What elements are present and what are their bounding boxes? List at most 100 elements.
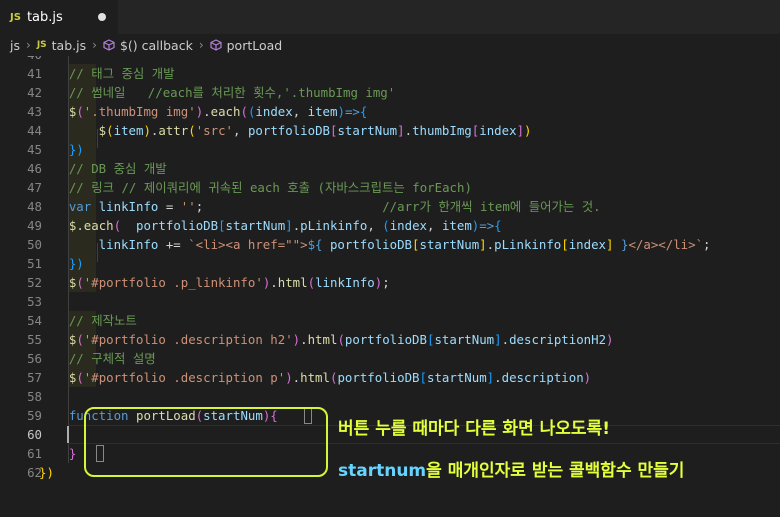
code-line[interactable]: 41 // 태그 중심 개발	[0, 64, 780, 83]
code-token: )	[583, 370, 592, 385]
code-content: $.each( portfolioDB[startNum].pLinkinfo,…	[39, 216, 502, 235]
code-token: portfolioDB	[344, 332, 427, 347]
code-token: .	[501, 332, 510, 347]
code-token: (	[76, 370, 84, 385]
code-line[interactable]: 57 $('#portfolio .description p').html(p…	[0, 368, 780, 387]
annotation-text-rest: 을 매개인자로 받는 콜백함수 만들기	[426, 461, 685, 481]
line-number: 52	[27, 275, 42, 290]
code-token: item	[441, 218, 472, 233]
code-line[interactable]: 48 var linkInfo = ''; //arr가 한개씩 item에 들…	[0, 197, 780, 216]
breadcrumb-callback[interactable]: $() callback	[120, 38, 193, 53]
code-token: pLinkinfo	[494, 237, 562, 252]
code-token: // 썸네일 //each를 처리한 횟수,'.thumbImg img'	[39, 85, 396, 100]
line-number: 42	[27, 85, 42, 100]
code-token: +=	[158, 237, 189, 252]
code-token: $	[39, 123, 107, 138]
code-token: each	[83, 218, 114, 233]
breadcrumb-folder[interactable]: js	[10, 38, 20, 53]
breadcrumb-function[interactable]: portLoad	[227, 38, 283, 53]
code-token: .	[486, 237, 495, 252]
code-token: description	[501, 370, 584, 385]
method-cube-icon	[103, 39, 115, 51]
unsaved-dot-icon[interactable]	[98, 13, 106, 21]
code-content: // 제작노트	[39, 311, 137, 330]
line-number: 48	[27, 199, 42, 214]
code-token: .	[300, 332, 308, 347]
code-token: }	[39, 446, 77, 461]
code-line[interactable]: 52 $('#portfolio .p_linkinfo').html(link…	[0, 273, 780, 292]
code-line[interactable]: 40	[0, 56, 780, 64]
code-content: })	[39, 463, 54, 482]
line-number: 41	[27, 66, 42, 81]
code-content: // DB 중심 개발	[39, 159, 167, 178]
code-content: linkInfo += `<li><a href="">${ portfolio…	[39, 235, 711, 254]
code-token: //arr가 한개씩 item에 들어가는 것.	[203, 199, 601, 214]
code-token: startNum	[419, 237, 480, 252]
code-line[interactable]: 42 // 썸네일 //each를 처리한 횟수,'.thumbImg img'	[0, 83, 780, 102]
code-token: (	[188, 123, 196, 138]
code-line[interactable]: 44 $(item).attr('src', portfolioDB[start…	[0, 121, 780, 140]
code-token: (	[240, 104, 248, 119]
code-token: )	[337, 104, 345, 119]
code-content: $('#portfolio .p_linkinfo').html(linkInf…	[39, 273, 390, 292]
line-number: 59	[27, 408, 42, 423]
code-token: {	[359, 104, 368, 119]
line-number: 51	[27, 256, 42, 271]
line-number: 40	[0, 56, 42, 64]
code-token: html	[307, 332, 338, 347]
line-number: 60	[27, 427, 42, 442]
code-line[interactable]: 46 // DB 중심 개발	[0, 159, 780, 178]
code-token: // DB 중심 개발	[39, 161, 167, 176]
code-token: descriptionH2	[509, 332, 607, 347]
annotation-text-2: startnum을 매개인자로 받는 콜백함수 만들기	[338, 456, 684, 481]
code-token: $	[39, 275, 77, 290]
code-token: '.thumbImg img'	[83, 104, 196, 119]
code-line[interactable]: 54 // 제작노트	[0, 311, 780, 330]
tab-tab-js[interactable]: JS tab.js	[0, 0, 118, 34]
line-number: 53	[27, 294, 42, 309]
code-token: index	[568, 237, 607, 252]
code-token: $	[39, 104, 77, 119]
code-token: portfolioDB	[329, 237, 413, 252]
code-line[interactable]: 55 $('#portfolio .description h2').html(…	[0, 330, 780, 349]
code-content: // 태그 중심 개발	[39, 64, 175, 83]
code-token: ,	[427, 218, 442, 233]
code-token: `<li><a href="">	[188, 237, 308, 252]
code-token: linkInfo	[98, 199, 159, 214]
code-token: startNum	[225, 218, 286, 233]
method-cube-icon	[210, 39, 222, 51]
code-token: '#portfolio .description h2'	[83, 332, 293, 347]
code-line[interactable]: 43 $('.thumbImg img').each((index, item)…	[0, 102, 780, 121]
code-token: ;	[703, 237, 711, 252]
code-token: $	[39, 370, 77, 385]
code-token: item	[307, 104, 338, 119]
code-content: $('#portfolio .description h2').html(por…	[39, 330, 614, 349]
code-token: )	[606, 332, 614, 347]
code-line[interactable]: 56 // 구체적 설명	[0, 349, 780, 368]
code-content: // 썸네일 //each를 처리한 횟수,'.thumbImg img'	[39, 83, 395, 102]
code-line[interactable]: 45 })	[0, 140, 780, 159]
line-number: 57	[27, 370, 42, 385]
code-token: // 구체적 설명	[39, 351, 156, 366]
code-token: attr	[158, 123, 189, 138]
code-token: index	[389, 218, 428, 233]
code-token: index	[479, 123, 517, 138]
code-token: .	[203, 104, 211, 119]
code-line[interactable]: 49 $.each( portfolioDB[startNum].pLinkin…	[0, 216, 780, 235]
code-token: ;	[382, 275, 390, 290]
code-line[interactable]: 47 // 링크 // 제이쿼리에 귀속된 each 호출 (자바스크립트는 f…	[0, 178, 780, 197]
line-number: 62	[27, 465, 42, 480]
code-line[interactable]: 51 })	[0, 254, 780, 273]
code-token: ,	[292, 104, 308, 119]
breadcrumb-file[interactable]: tab.js	[52, 38, 86, 53]
code-token: html	[277, 275, 308, 290]
code-line[interactable]: 50 linkInfo += `<li><a href="">${ portfo…	[0, 235, 780, 254]
code-line[interactable]: 58	[0, 387, 780, 406]
code-token: [	[218, 218, 226, 233]
code-line[interactable]: 53	[0, 292, 780, 311]
code-token: ]	[397, 123, 405, 138]
code-token: html	[300, 370, 330, 385]
code-content: $('.thumbImg img').each((index, item)=>{	[39, 102, 368, 121]
